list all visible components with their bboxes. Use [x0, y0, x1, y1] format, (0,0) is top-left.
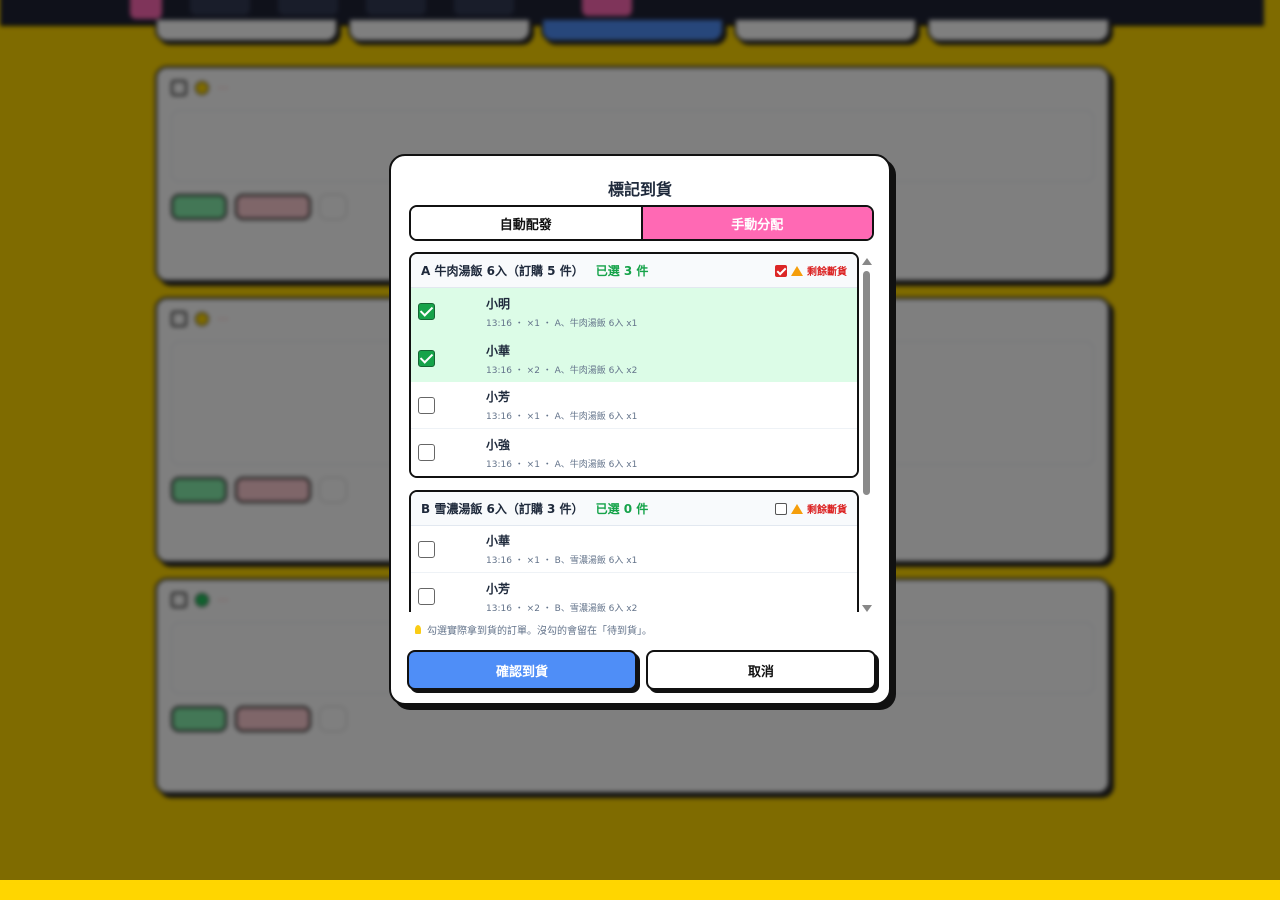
order-row[interactable]: 小芳 13:16 ・ ×1 ・ A、牛肉湯飯 6入 x1	[411, 382, 857, 429]
product-group-header: B 雪濃湯飯 6入（訂購 3 件） 已選 0 件 剩餘斷貨	[411, 492, 857, 526]
selected-count: 已選 0 件	[595, 502, 649, 516]
customer-name: 小強	[486, 437, 511, 452]
order-meta: 13:16 ・ ×1 ・ A、牛肉湯飯 6入 x1	[486, 318, 638, 329]
hint-text: 勾選實際拿到貨的訂單。沒勾的會留在「待到貨」。	[415, 622, 652, 637]
soldout-label: 剩餘斷貨	[807, 505, 847, 516]
product-group: B 雪濃湯飯 6入（訂購 3 件） 已選 0 件 剩餘斷貨 小華 13:16 ・ …	[409, 490, 859, 612]
dialog-title: 標記到貨	[607, 180, 672, 199]
scroll-up-arrow-icon[interactable]	[862, 258, 872, 265]
order-checkbox[interactable]	[418, 350, 435, 367]
customer-name: 小明	[486, 296, 511, 311]
soldout-checkbox[interactable]	[775, 502, 787, 515]
mark-arrival-dialog: 標記到貨 自動配發 手動分配 A 牛肉湯飯 6入（訂購 5 件） 已選 3 件 …	[389, 154, 891, 705]
order-meta: 13:16 ・ ×1 ・ A、牛肉湯飯 6入 x1	[486, 459, 638, 470]
product-group-header: A 牛肉湯飯 6入（訂購 5 件） 已選 3 件 剩餘斷貨	[411, 254, 857, 288]
customer-name: 小華	[486, 343, 511, 358]
selected-count: 已選 3 件	[595, 264, 649, 278]
lightbulb-icon	[415, 625, 421, 634]
product-group-name: B 雪濃湯飯 6入（訂購 3 件）	[421, 502, 584, 516]
customer-name: 小芳	[486, 581, 511, 596]
order-list[interactable]: A 牛肉湯飯 6入（訂購 5 件） 已選 3 件 剩餘斷貨 小明 13:16 ・ …	[409, 252, 859, 612]
order-meta: 13:16 ・ ×1 ・ B、雪濃湯飯 6入 x1	[486, 556, 638, 566]
soldout-checkbox[interactable]	[775, 264, 787, 277]
order-meta: 13:16 ・ ×1 ・ A、牛肉湯飯 6入 x1	[486, 412, 638, 422]
warning-icon	[791, 265, 803, 276]
customer-name: 小華	[486, 534, 511, 548]
order-meta: 13:16 ・ ×2 ・ A、牛肉湯飯 6入 x2	[486, 365, 638, 376]
allocation-mode-toggle: 自動配發 手動分配	[409, 205, 874, 241]
order-row[interactable]: 小強 13:16 ・ ×1 ・ A、牛肉湯飯 6入 x1	[411, 429, 857, 476]
confirm-arrival-button[interactable]: 確認到貨	[407, 650, 637, 690]
product-group: A 牛肉湯飯 6入（訂購 5 件） 已選 3 件 剩餘斷貨 小明 13:16 ・ …	[409, 252, 859, 478]
tab-manual-allocate[interactable]: 手動分配	[642, 207, 872, 239]
order-row[interactable]: 小華 13:16 ・ ×2 ・ A、牛肉湯飯 6入 x2	[411, 335, 857, 382]
order-checkbox[interactable]	[418, 396, 435, 414]
soldout-label: 剩餘斷貨	[807, 267, 847, 278]
order-meta: 13:16 ・ ×2 ・ B、雪濃湯飯 6入 x2	[486, 603, 638, 613]
order-checkbox[interactable]	[418, 444, 435, 461]
cancel-button[interactable]: 取消	[646, 650, 876, 690]
list-scrollbar[interactable]	[861, 256, 873, 612]
warning-icon	[791, 503, 803, 514]
order-row[interactable]: 小華 13:16 ・ ×1 ・ B、雪濃湯飯 6入 x1	[411, 526, 857, 573]
order-row[interactable]: 小明 13:16 ・ ×1 ・ A、牛肉湯飯 6入 x1	[411, 288, 857, 335]
hint-label: 勾選實際拿到貨的訂單。沒勾的會留在「待到貨」。	[427, 626, 652, 637]
order-checkbox[interactable]	[418, 540, 435, 558]
order-row[interactable]: 小芳 13:16 ・ ×2 ・ B、雪濃湯飯 6入 x2	[411, 573, 857, 612]
tab-auto-allocate[interactable]: 自動配發	[411, 207, 643, 239]
product-group-name: A 牛肉湯飯 6入（訂購 5 件）	[421, 264, 584, 278]
scroll-down-arrow-icon[interactable]	[862, 605, 872, 612]
order-checkbox[interactable]	[418, 588, 435, 605]
scrollbar-thumb[interactable]	[863, 271, 870, 495]
order-checkbox[interactable]	[418, 303, 435, 320]
customer-name: 小芳	[486, 390, 511, 404]
